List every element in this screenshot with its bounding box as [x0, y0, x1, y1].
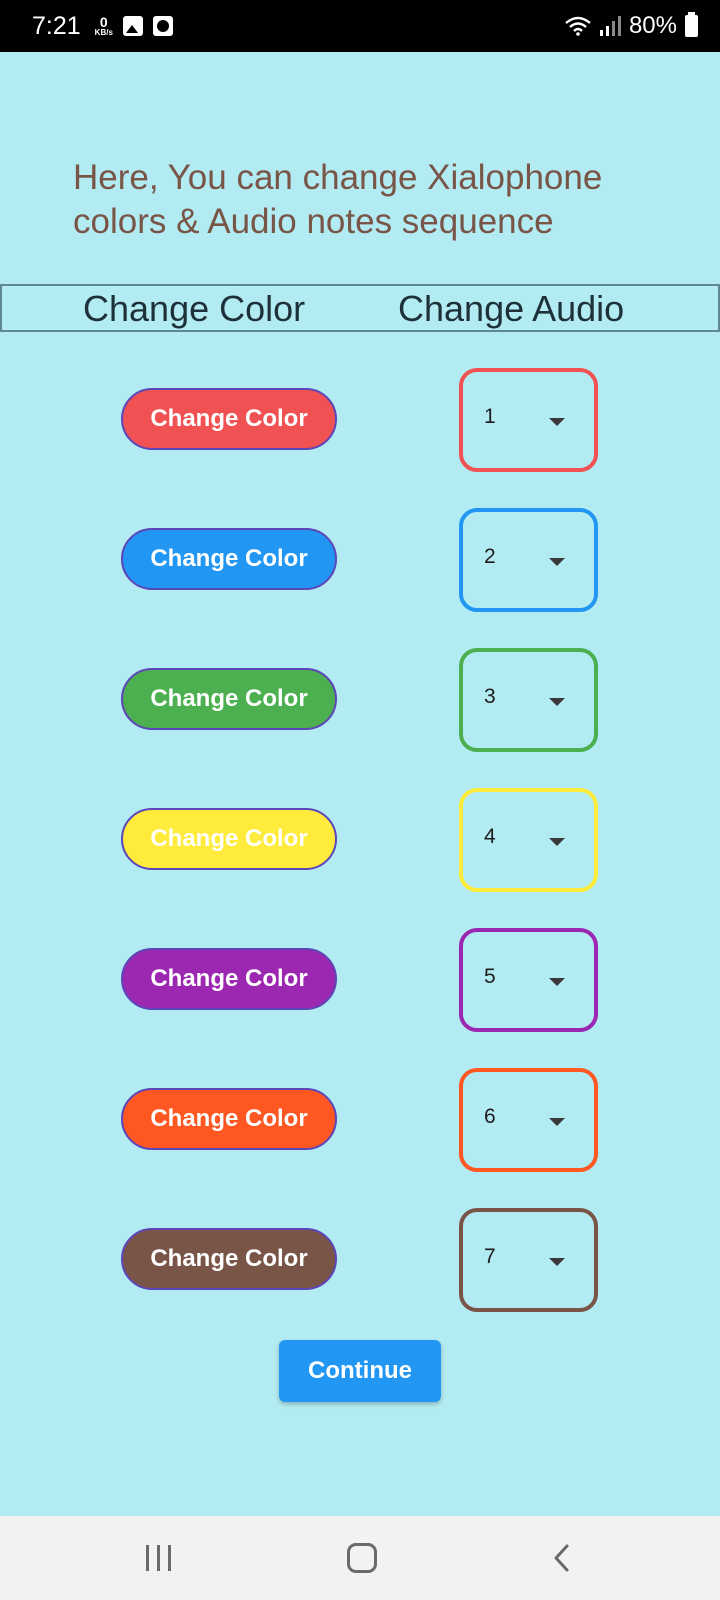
change-color-button[interactable]: Change Color	[121, 528, 337, 590]
audio-note-value: 5	[484, 965, 496, 988]
wifi-icon	[565, 16, 591, 36]
audio-note-dropdown[interactable]: 5	[459, 928, 598, 1032]
network-speed-unit: KB/s	[94, 28, 113, 37]
page-heading: Here, You can change Xialophone colors &…	[73, 158, 603, 241]
color-row-6: Change Color 6	[0, 1068, 720, 1172]
battery-percentage: 80%	[628, 12, 677, 39]
dropdown-arrow-icon	[549, 838, 565, 846]
audio-note-dropdown[interactable]: 7	[459, 1208, 598, 1312]
signal-icon	[599, 16, 621, 36]
status-right: 80%	[565, 12, 698, 40]
home-icon[interactable]	[347, 1543, 377, 1573]
audio-note-value: 2	[484, 545, 496, 568]
continue-button[interactable]: Continue	[279, 1340, 441, 1402]
audio-note-dropdown[interactable]: 4	[459, 788, 598, 892]
main-content: Here, You can change Xialophone colors &…	[0, 52, 720, 1516]
audio-note-value: 1	[484, 405, 496, 428]
status-left: 7:21 0 KB/s	[32, 12, 173, 41]
change-color-button[interactable]: Change Color	[121, 948, 337, 1010]
dropdown-arrow-icon	[549, 978, 565, 986]
status-time: 7:21	[32, 11, 81, 40]
network-speed: 0 KB/s	[95, 15, 113, 37]
color-row-3: Change Color 3	[0, 648, 720, 752]
change-color-header: Change Color	[83, 288, 306, 329]
recent-apps-icon[interactable]	[146, 1545, 176, 1571]
battery-icon	[685, 12, 698, 37]
color-row-7: Change Color 7	[0, 1208, 720, 1312]
column-header-row: Change Color Change Audio	[0, 284, 720, 332]
audio-note-value: 4	[484, 825, 496, 848]
back-icon[interactable]	[552, 1543, 572, 1573]
audio-note-dropdown[interactable]: 6	[459, 1068, 598, 1172]
color-row-4: Change Color 4	[0, 788, 720, 892]
network-speed-value: 0	[99, 14, 108, 30]
change-color-button[interactable]: Change Color	[121, 668, 337, 730]
dropdown-arrow-icon	[549, 418, 565, 426]
dropdown-arrow-icon	[549, 698, 565, 706]
audio-note-dropdown[interactable]: 1	[459, 368, 598, 472]
audio-note-dropdown[interactable]: 3	[459, 648, 598, 752]
navigation-bar	[0, 1516, 720, 1600]
audio-note-dropdown[interactable]: 2	[459, 508, 598, 612]
change-color-button[interactable]: Change Color	[121, 1088, 337, 1150]
change-audio-header: Change Audio	[398, 288, 625, 329]
dropdown-arrow-icon	[549, 1118, 565, 1126]
dropdown-arrow-icon	[549, 1258, 565, 1266]
audio-note-value: 6	[484, 1105, 496, 1128]
gallery-icon	[122, 16, 143, 36]
color-row-1: Change Color 1	[0, 368, 720, 472]
dropdown-arrow-icon	[549, 558, 565, 566]
change-color-button[interactable]: Change Color	[121, 388, 337, 450]
audio-note-value: 3	[484, 685, 496, 708]
audio-note-value: 7	[484, 1245, 496, 1268]
change-color-button[interactable]: Change Color	[121, 808, 337, 870]
color-row-2: Change Color 2	[0, 508, 720, 612]
clock-notification-icon	[152, 16, 173, 36]
color-row-5: Change Color 5	[0, 928, 720, 1032]
change-color-button[interactable]: Change Color	[121, 1228, 337, 1290]
status-bar: 7:21 0 KB/s 80%	[0, 0, 720, 52]
